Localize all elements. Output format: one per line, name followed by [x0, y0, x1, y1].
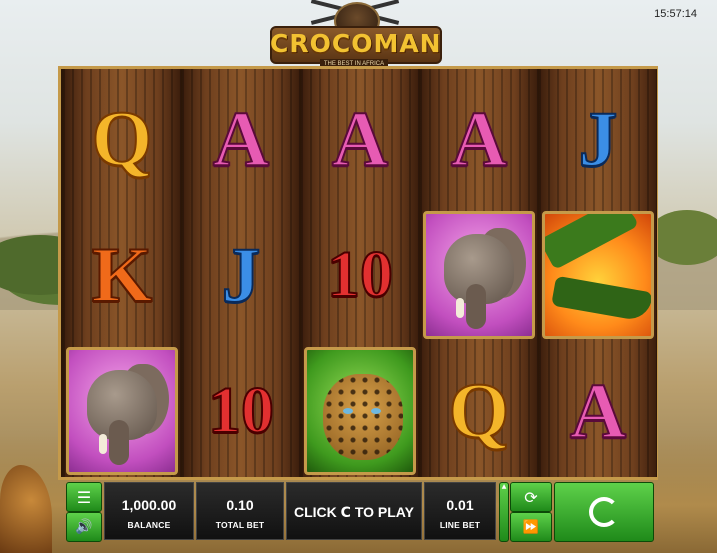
logo-title: CROCOMAN — [270, 29, 442, 58]
balance-label: BALANCE — [127, 520, 171, 530]
line-bet-value: 0.01 — [446, 497, 474, 513]
symbol-10: 10 — [326, 238, 394, 311]
sound-button[interactable]: 🔊 — [66, 512, 102, 542]
crocodile-symbol — [542, 211, 654, 339]
refresh-icon: ⟳ — [524, 487, 538, 507]
reel-2-symbol-2: J — [182, 207, 300, 343]
autoplay-button[interactable]: ⟳ — [510, 482, 552, 512]
symbol-j: J — [578, 95, 619, 182]
symbol-q: Q — [448, 367, 511, 454]
elephant-symbol — [66, 347, 178, 475]
reel-1-symbol-2: K — [63, 207, 181, 343]
reel-4-symbol-2 — [420, 207, 538, 343]
reel-frame: Q K A J 10 A 10 A Q J A — [58, 66, 658, 480]
play-suffix: TO PLAY — [354, 504, 414, 520]
clock: 15:57:14 — [654, 8, 697, 20]
symbol-a: A — [212, 95, 270, 182]
reel-1-symbol-3 — [63, 343, 181, 479]
symbol-a: A — [569, 367, 627, 454]
reel-1-symbol-1: Q — [63, 71, 181, 207]
reel-5-symbol-1: J — [539, 71, 657, 207]
fast-forward-icon: ⏩ — [522, 519, 540, 535]
reel-2-symbol-3: 10 — [182, 343, 300, 479]
line-bet-label: LINE BET — [439, 520, 481, 530]
line-bet-panel[interactable]: 0.01 LINE BET — [424, 482, 496, 540]
symbol-a: A — [450, 95, 508, 182]
symbol-j: J — [221, 231, 262, 318]
balance-panel: 1,000.00 BALANCE — [104, 482, 194, 540]
reel-4: AQ — [420, 69, 538, 477]
spin-icon — [589, 497, 619, 527]
reel-1: QK — [63, 69, 181, 477]
menu-button[interactable]: ☰ — [66, 482, 102, 512]
spin-button[interactable] — [554, 482, 654, 542]
speaker-icon: 🔊 — [75, 519, 93, 535]
symbol-k: K — [91, 231, 154, 318]
line-bet-up-button[interactable]: ▲ — [499, 482, 509, 542]
leopard-symbol — [304, 347, 416, 475]
reel-4-symbol-1: A — [420, 71, 538, 207]
reel-3-symbol-1: A — [301, 71, 419, 207]
reel-5-symbol-3: A — [539, 343, 657, 479]
play-prefix: CLICK — [294, 504, 337, 520]
symbol-q: Q — [91, 95, 154, 182]
arrow-up-icon: ▲ — [501, 483, 507, 490]
reel-3: A 10 — [301, 69, 419, 477]
reel-5: JA — [539, 69, 657, 477]
reel-3-symbol-3 — [301, 343, 419, 479]
menu-icon: ☰ — [76, 487, 92, 507]
reel-2-symbol-1: A — [182, 71, 300, 207]
reel-5-symbol-2 — [539, 207, 657, 343]
reel-4-symbol-3: Q — [420, 343, 538, 479]
total-bet-label: TOTAL BET — [215, 520, 265, 530]
replay-icon: C — [340, 505, 351, 521]
symbol-a: A — [331, 95, 389, 182]
play-text: CLICK C TO PLAY — [287, 483, 421, 542]
symbol-10: 10 — [207, 374, 275, 447]
game-logo: CROCOMAN THE BEST IN AFRICA — [270, 0, 442, 70]
reel-2: A J 10 — [182, 69, 300, 477]
elephant-symbol — [423, 211, 535, 339]
control-bar: ☰ 🔊 1,000.00 BALANCE 0.10 TOTAL BET CLIC… — [66, 482, 654, 542]
reel-3-symbol-2: 10 — [301, 207, 419, 343]
balance-value: 1,000.00 — [121, 497, 177, 513]
total-bet-panel[interactable]: 0.10 TOTAL BET — [196, 482, 284, 540]
fast-play-button[interactable]: ⏩ — [510, 512, 552, 542]
click-to-play-button[interactable]: CLICK C TO PLAY — [286, 482, 422, 540]
total-bet-value: 0.10 — [226, 497, 254, 513]
